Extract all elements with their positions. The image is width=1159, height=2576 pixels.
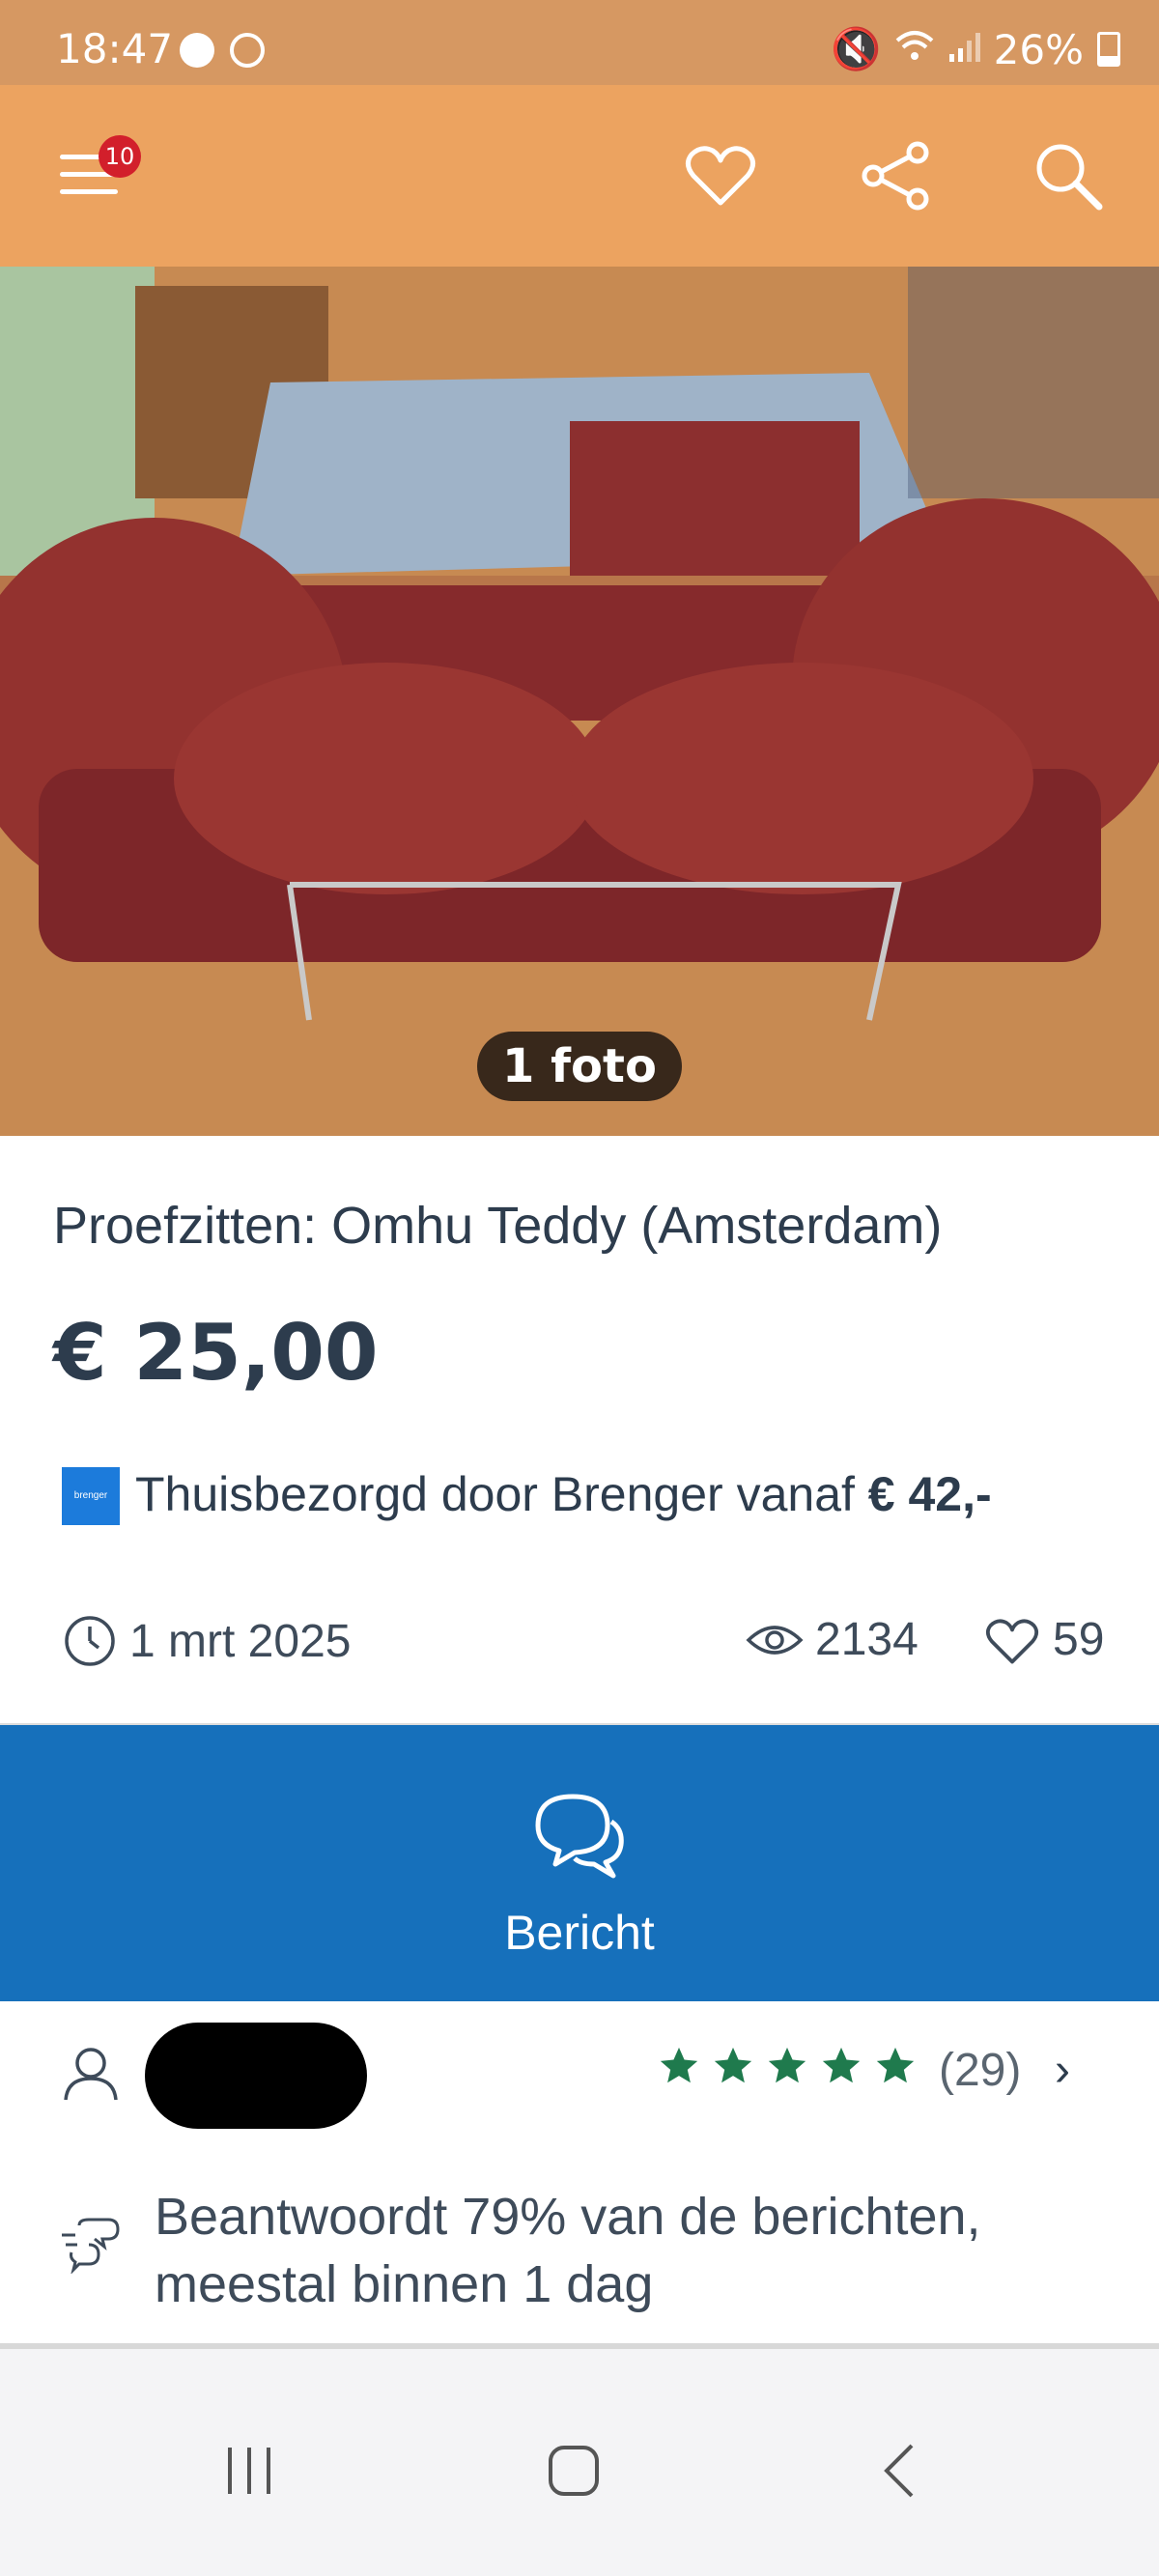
listing-card: Proefzitten: Omhu Teddy (Amsterdam) € 25…: [0, 1136, 1159, 1726]
heart-outline-icon: [986, 1618, 1038, 1663]
sync-icon: [230, 33, 265, 68]
signal-icon: [947, 26, 980, 73]
star-icon: [714, 2047, 752, 2083]
top-app-bar: 10: [0, 85, 1159, 267]
eye-icon: [746, 1625, 804, 1655]
star-icon: [768, 2047, 806, 2083]
listing-date: 1 mrt 2025: [62, 1613, 351, 1669]
battery-percent: 26%: [993, 25, 1084, 73]
menu-badge: 10: [99, 135, 141, 178]
home-icon[interactable]: [545, 2442, 603, 2500]
delivery-price: € 42,-: [867, 1467, 992, 1521]
listing-favorites[interactable]: 59: [983, 1613, 1104, 1666]
clock-icon: [65, 1616, 115, 1666]
delivery-text: Thuisbezorgd door Brenger vanaf: [135, 1467, 868, 1521]
star-icon: [876, 2047, 915, 2083]
rating-count: (29): [939, 2045, 1022, 2096]
seller-row[interactable]: (29) ›: [0, 2001, 1159, 2146]
notification-icon: [180, 33, 214, 68]
seller-name-redacted: [145, 2023, 367, 2129]
views-count: 2134: [815, 1614, 919, 1665]
star-icon: [822, 2047, 861, 2083]
heart-icon[interactable]: [682, 137, 759, 214]
system-nav-bar: [0, 2349, 1159, 2576]
star-icon: [660, 2047, 698, 2083]
share-icon[interactable]: [858, 137, 935, 214]
status-bar: 18:47 🔇 26%: [0, 0, 1159, 85]
status-right: 🔇 26%: [831, 25, 1120, 73]
rating-stars: [657, 2044, 918, 2088]
listing-title: Proefzitten: Omhu Teddy (Amsterdam): [53, 1197, 943, 1255]
status-time: 18:47: [56, 25, 174, 72]
listing-price: € 25,00: [53, 1308, 379, 1398]
brenger-logo: brenger: [62, 1467, 120, 1525]
wifi-icon: [895, 26, 934, 73]
date-text: 1 mrt 2025: [129, 1615, 352, 1667]
message-button[interactable]: Bericht: [0, 1725, 1159, 2001]
mute-icon: 🔇: [831, 25, 882, 72]
user-icon: [64, 2048, 118, 2101]
photo-count: 1 foto: [477, 1032, 682, 1101]
delivery-info[interactable]: Thuisbezorgd door Brenger vanaf € 42,-: [135, 1466, 992, 1522]
fast-reply-icon: [62, 2218, 120, 2274]
back-icon[interactable]: [873, 2442, 931, 2500]
product-photo[interactable]: [0, 267, 1159, 1136]
response-text: Beantwoordt 79% van de berichten, meesta…: [155, 2188, 981, 2313]
recent-apps-icon[interactable]: [220, 2442, 278, 2500]
sofa-image: [0, 267, 1159, 1136]
battery-icon: [1097, 32, 1120, 67]
search-icon[interactable]: [1030, 137, 1107, 214]
message-button-label: Bericht: [504, 1906, 655, 1960]
chat-bubbles-icon: [535, 1794, 624, 1879]
response-info: Beantwoordt 79% van de berichten, meesta…: [0, 2144, 1159, 2349]
listing-views: 2134: [746, 1613, 919, 1666]
favorites-count: 59: [1053, 1614, 1105, 1665]
chevron-right-icon: ›: [1055, 2045, 1070, 2096]
